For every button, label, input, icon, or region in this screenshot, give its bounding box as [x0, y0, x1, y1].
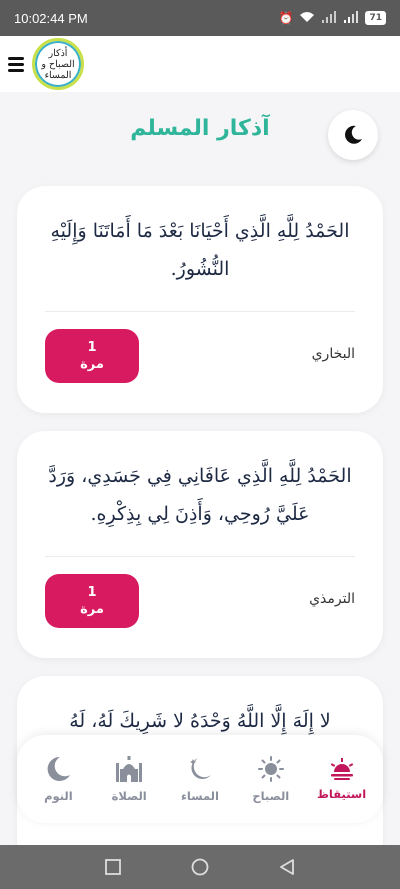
home-icon[interactable]	[191, 858, 209, 876]
status-bar: 10:02:44 PM ⏰ 71	[0, 0, 400, 36]
nav-label: الصلاة	[111, 789, 147, 803]
count-value: 1	[87, 340, 97, 355]
logo-line2: الصباح و	[41, 58, 75, 70]
card-divider	[45, 556, 355, 557]
alarm-icon: ⏰	[278, 11, 294, 25]
app-logo: أذكار الصباح و المساء	[32, 38, 84, 90]
wifi-icon	[299, 11, 315, 26]
status-icons: ⏰ 71	[278, 10, 386, 26]
nav-label: استيقاظ	[316, 787, 367, 801]
sunrise-icon	[330, 758, 353, 780]
count-button[interactable]: 1 مرة	[45, 574, 139, 628]
status-time: 10:02:44 PM	[14, 10, 88, 26]
system-nav-bar	[0, 845, 400, 889]
dhikr-source: الترمذي	[309, 591, 355, 607]
dhikr-text: الحَمْدُ لِلَّهِ الَّذِي أَحْيَانَا بَعْ…	[50, 220, 350, 280]
back-icon[interactable]	[279, 859, 295, 875]
nav-item-prayer[interactable]: الصلاة	[97, 755, 161, 803]
nav-label: الصباح	[252, 789, 290, 803]
dhikr-source: البخاري	[311, 346, 355, 362]
menu-icon[interactable]	[8, 56, 24, 72]
sun-icon	[257, 756, 284, 782]
nav-item-sleep[interactable]: النوم	[26, 755, 90, 803]
dark-mode-toggle[interactable]	[328, 110, 378, 160]
nav-item-evening[interactable]: المساء	[168, 755, 232, 803]
dhikr-text: الحَمْدُ لِلَّهِ الَّذِي عَافَانِي فِي ج…	[48, 465, 352, 525]
moon-stars-icon	[189, 758, 211, 780]
signal-icon-2	[343, 10, 359, 26]
dhikr-card: الحَمْدُ لِلَّهِ الَّذِي أَحْيَانَا بَعْ…	[17, 186, 383, 413]
app-header: أذكار الصباح و المساء	[0, 36, 400, 92]
logo-line3: المساء	[44, 69, 72, 81]
nav-label: النوم	[44, 789, 73, 803]
mosque-icon	[116, 756, 143, 782]
count-button[interactable]: 1 مرة	[45, 329, 139, 383]
dhikr-card: الحَمْدُ لِلَّهِ الَّذِي عَافَانِي فِي ج…	[17, 431, 383, 658]
recents-icon[interactable]	[105, 859, 121, 875]
moon-icon	[345, 125, 362, 144]
count-value: 1	[87, 585, 97, 600]
nav-item-morning[interactable]: الصباح	[239, 755, 303, 803]
title-row: آذكار المسلم	[0, 92, 400, 178]
nav-item-wakeup[interactable]: استيقاظ	[310, 757, 374, 801]
logo-line1: أذكار	[48, 47, 68, 59]
card-divider	[45, 311, 355, 312]
dhikr-text: لا إِلَهَ إِلَّا اللَّهُ وَحْدَهُ لا شَر…	[69, 710, 331, 732]
nav-label: المساء	[181, 789, 219, 803]
count-unit: مرة	[80, 357, 104, 372]
count-unit: مرة	[80, 602, 104, 617]
signal-icon	[321, 10, 337, 26]
battery-icon: 71	[365, 11, 386, 25]
crescent-icon	[48, 756, 71, 781]
bottom-nav: استيقاظ الصباح المساء الصلاة النوم	[17, 735, 383, 823]
